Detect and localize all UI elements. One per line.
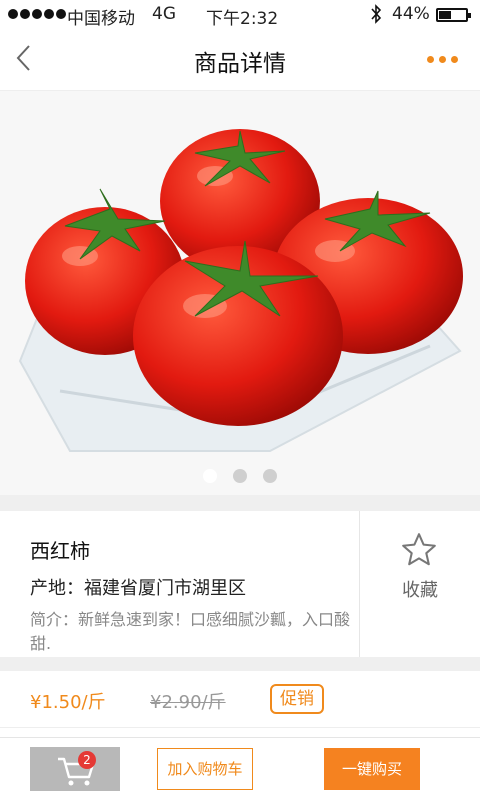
- status-time: 下午2:32: [206, 9, 279, 29]
- cart-count-badge: 2: [78, 751, 96, 769]
- divider: [0, 727, 480, 728]
- original-price: ¥2.90/斤: [150, 692, 226, 713]
- product-description: 简介：新鲜急速到家！口感细腻沙瓤，入口酸甜.: [30, 610, 351, 653]
- current-price: ¥1.50/斤: [30, 692, 106, 713]
- status-bar: 中国移动 4G 下午2:32 44%: [0, 0, 480, 30]
- carousel-dot[interactable]: [203, 469, 217, 483]
- nav-bar: 商品详情: [0, 30, 480, 91]
- product-name: 西红柿: [30, 539, 90, 563]
- carousel-dot[interactable]: [233, 469, 247, 483]
- carrier-name: 中国移动: [67, 9, 135, 29]
- more-dots-icon: [427, 56, 434, 63]
- product-image-carousel[interactable]: [0, 91, 480, 495]
- add-to-cart-button[interactable]: 加入购物车: [157, 748, 253, 790]
- bottom-action-bar: 2 加入购物车 一键购买: [0, 737, 480, 801]
- product-info: 西红柿 产地：福建省厦门市湖里区 简介：新鲜急速到家！口感细腻沙瓤，入口酸甜. …: [0, 511, 480, 657]
- bluetooth-icon: [370, 4, 382, 28]
- signal-strength-icon: [8, 9, 66, 19]
- favorite-button[interactable]: 收藏: [360, 511, 480, 657]
- promo-badge: 促销: [270, 684, 324, 714]
- section-divider: [0, 495, 480, 511]
- price-row: ¥1.50/斤 ¥2.90/斤 促销: [0, 671, 480, 727]
- carousel-indicator: [0, 469, 480, 483]
- section-divider: [0, 657, 480, 671]
- product-origin: 产地：福建省厦门市湖里区: [30, 578, 246, 599]
- carousel-dot[interactable]: [263, 469, 277, 483]
- battery-percent: 44%: [392, 4, 430, 24]
- favorite-label: 收藏: [402, 580, 438, 601]
- product-image: [0, 91, 480, 495]
- cart-button[interactable]: 2: [30, 747, 120, 791]
- star-outline-icon: [402, 533, 436, 566]
- network-type: 4G: [152, 4, 176, 24]
- page-title: 商品详情: [194, 51, 286, 77]
- battery-icon: [436, 8, 471, 22]
- more-button[interactable]: [427, 56, 458, 63]
- buy-now-button[interactable]: 一键购买: [324, 748, 420, 790]
